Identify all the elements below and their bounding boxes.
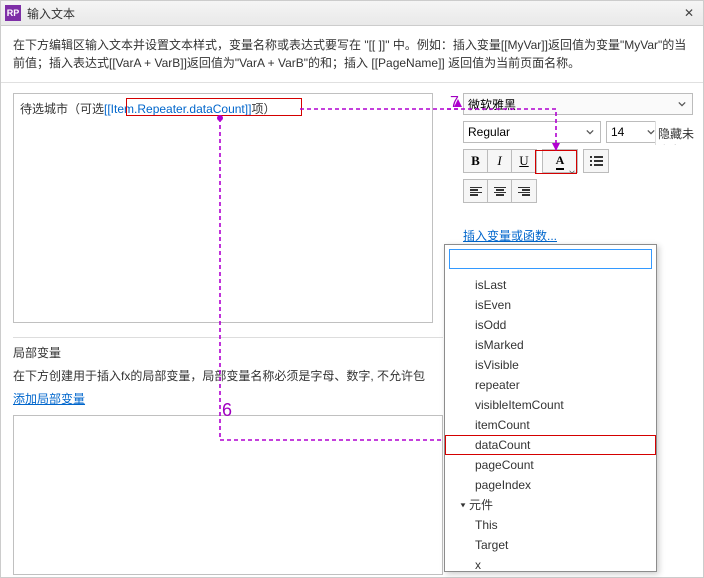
chevron-down-icon bbox=[569, 164, 575, 170]
tree-item[interactable]: itemCount bbox=[445, 415, 656, 435]
tree-item[interactable]: x bbox=[445, 555, 656, 569]
local-variables-section: 局部变量 在下方创建用于插入fx的局部变量，局部变量名称必须是字母、数字, 不允… bbox=[13, 337, 443, 575]
add-local-variable-link[interactable]: 添加局部变量 bbox=[13, 392, 85, 406]
autocomplete-dropdown: isLastisEvenisOddisMarkedisVisiblerepeat… bbox=[444, 244, 657, 572]
tree-item[interactable]: isVisible bbox=[445, 355, 656, 375]
tree-item[interactable]: pageIndex bbox=[445, 475, 656, 495]
tree-item[interactable]: isEven bbox=[445, 295, 656, 315]
autocomplete-search-input[interactable] bbox=[449, 249, 652, 269]
font-weight-select[interactable]: Regular bbox=[463, 121, 601, 143]
tree-item[interactable]: isLast bbox=[445, 275, 656, 295]
editor-pane: 待选城市（可选[[Item.Repeater.dataCount]]项） bbox=[1, 83, 463, 323]
align-center-button[interactable] bbox=[488, 180, 512, 202]
title-bar[interactable]: RP 输入文本 ✕ bbox=[1, 1, 703, 26]
tree-item[interactable]: visibleItemCount bbox=[445, 395, 656, 415]
text-editor[interactable]: 待选城市（可选[[Item.Repeater.dataCount]]项） bbox=[13, 93, 433, 323]
tree-item[interactable]: Target bbox=[445, 535, 656, 555]
tree-category[interactable]: 元件 bbox=[445, 495, 656, 515]
font-size-value: 14 bbox=[611, 125, 624, 139]
bullet-group bbox=[583, 149, 609, 173]
insert-variable-link[interactable]: 插入变量或函数... bbox=[463, 227, 557, 244]
bullet-list-button[interactable] bbox=[584, 150, 608, 172]
font-weight-value: Regular bbox=[468, 125, 510, 139]
text-color-button[interactable]: A bbox=[543, 150, 577, 172]
align-center-icon bbox=[494, 187, 506, 196]
align-left-icon bbox=[470, 187, 482, 196]
align-right-button[interactable] bbox=[512, 180, 536, 202]
bold-button[interactable]: B bbox=[464, 150, 488, 172]
side-hidden-label: 隐藏未命名 bbox=[655, 121, 703, 145]
close-button[interactable]: ✕ bbox=[679, 3, 699, 23]
local-variables-list[interactable] bbox=[13, 415, 443, 575]
instructions-text: 在下方编辑区输入文本并设置文本样式，变量名称或表达式要写在 "[[ ]]" 中。… bbox=[1, 26, 703, 83]
autocomplete-tree[interactable]: isLastisEvenisOddisMarkedisVisiblerepeat… bbox=[445, 273, 656, 569]
local-variables-header: 局部变量 bbox=[13, 337, 443, 361]
italic-button[interactable]: I bbox=[488, 150, 512, 172]
tree-item[interactable]: This bbox=[445, 515, 656, 535]
editor-expression: [[Item.Repeater.dataCount]] bbox=[104, 102, 251, 116]
tree-item[interactable]: dataCount bbox=[445, 435, 656, 455]
chevron-down-icon bbox=[675, 97, 689, 111]
tree-item[interactable]: isMarked bbox=[445, 335, 656, 355]
font-family-select[interactable]: 微软雅黑 bbox=[463, 93, 693, 115]
underline-button[interactable]: U bbox=[512, 150, 536, 172]
bullet-list-icon bbox=[590, 156, 603, 166]
local-variables-desc: 在下方创建用于插入fx的局部变量，局部变量名称必须是字母、数字, 不允许包 bbox=[13, 367, 443, 384]
tree-item[interactable]: isOdd bbox=[445, 315, 656, 335]
align-left-button[interactable] bbox=[464, 180, 488, 202]
triangle-down-icon bbox=[459, 496, 467, 504]
font-size-select[interactable]: 14 bbox=[606, 121, 662, 143]
dialog-title: 输入文本 bbox=[27, 5, 75, 22]
font-family-value: 微软雅黑 bbox=[468, 96, 516, 113]
tree-item[interactable]: repeater bbox=[445, 375, 656, 395]
text-color-group: A bbox=[542, 149, 578, 173]
app-icon: RP bbox=[5, 5, 21, 21]
align-group bbox=[463, 179, 537, 203]
editor-text-prefix: 待选城市（可选 bbox=[20, 102, 104, 116]
text-style-group: B I U bbox=[463, 149, 537, 173]
chevron-down-icon bbox=[583, 125, 597, 139]
editor-text-suffix: 项） bbox=[251, 102, 275, 116]
align-right-icon bbox=[518, 187, 530, 196]
tree-item[interactable]: pageCount bbox=[445, 455, 656, 475]
